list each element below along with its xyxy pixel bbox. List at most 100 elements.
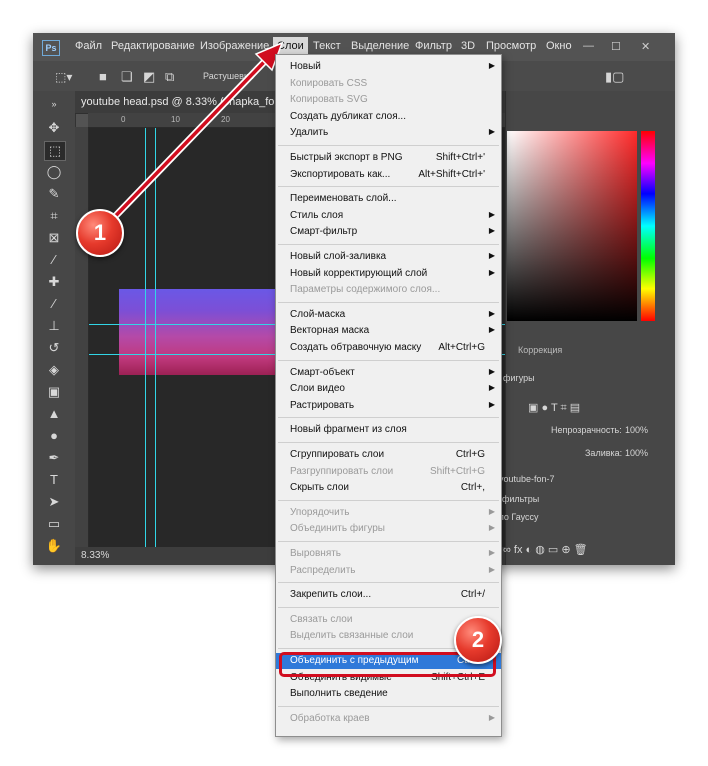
menu-item[interactable]: Новый корректирующий слой ▶ [276, 266, 501, 282]
ruler-tick: 0 [121, 115, 126, 124]
layers-panel-footer-icons[interactable]: ∞ fx ◐ ◍ ▭ ⊕ 🗑 [503, 543, 588, 556]
menu-window[interactable]: Окно [546, 40, 572, 52]
menu-item-shortcut: Alt+Ctrl+G [438, 342, 485, 353]
menu-item[interactable]: Векторная маска ▶ [276, 323, 501, 339]
document-tab[interactable]: youtube head.psd @ 8.33% (shapka_for_yo [81, 96, 296, 108]
minimize-icon[interactable]: — [583, 40, 594, 52]
submenu-arrow-icon: ▶ [488, 267, 495, 277]
submenu-arrow-icon: ▶ [488, 523, 495, 533]
color-picker[interactable] [507, 131, 637, 321]
menu-image[interactable]: Изображение [200, 40, 269, 52]
submenu-arrow-icon: ▶ [488, 226, 495, 236]
menu-layers[interactable]: Слои [273, 37, 308, 55]
menu-item: Упорядочить ▶ [276, 505, 501, 521]
menu-item[interactable]: Выполнить сведение [276, 686, 501, 702]
menu-item-shortcut: Shift+Ctrl+G [429, 465, 485, 477]
layer-filter-icons[interactable]: ▣ ● T ⌗ ▤ [528, 401, 580, 415]
menu-select[interactable]: Выделение [351, 40, 409, 52]
marquee-preset-icon[interactable]: ⬚▾ [55, 70, 72, 84]
menu-view[interactable]: Просмотр [486, 40, 536, 52]
intersect-selection-icon[interactable]: ⧉ [165, 69, 174, 85]
menu-item-label: Смарт-объект [290, 366, 355, 378]
frame-tool-icon[interactable]: ⊠ [44, 229, 64, 247]
brush-tool-icon[interactable]: ∕ [44, 295, 64, 313]
crop-tool-icon[interactable]: ⌗ [44, 207, 64, 225]
menu-item[interactable]: Смарт-фильтр ▶ [276, 224, 501, 240]
menu-item[interactable]: Закрепить слои... Ctrl+/ [276, 587, 501, 603]
clone-stamp-tool-icon[interactable]: ⊥ [44, 317, 64, 335]
view-toggle-icon[interactable]: ▮▢ [605, 69, 624, 85]
menu-item[interactable]: Создать дубликат слоя... [276, 109, 501, 125]
new-selection-icon[interactable]: ■ [99, 69, 107, 84]
menu-item[interactable]: Экспортировать как... Alt+Shift+Ctrl+' [276, 167, 501, 183]
menu-item[interactable]: Быстрый экспорт в PNG Shift+Ctrl+' [276, 150, 501, 166]
filters-label: -фильтры [499, 494, 540, 504]
layer-name[interactable]: youtube-fon-7 [499, 474, 555, 484]
feather-label: Растушевка [203, 71, 254, 81]
menu-item-label: Копировать SVG [290, 94, 368, 106]
blur-tool-icon[interactable]: ▲ [44, 405, 64, 423]
menu-3d[interactable]: 3D [461, 40, 475, 52]
opacity-value[interactable]: 100% [625, 425, 648, 435]
menu-item[interactable]: Новый слой-заливка ▶ [276, 249, 501, 265]
menu-edit[interactable]: Редактирование [111, 40, 195, 52]
maximize-icon[interactable]: ☐ [611, 40, 621, 53]
add-selection-icon[interactable]: ❏ [121, 69, 133, 85]
menu-item[interactable]: Скрыть слои Ctrl+, [276, 480, 501, 496]
menu-separator [278, 417, 499, 419]
photoshop-logo-icon: Ps [42, 40, 60, 56]
menu-item[interactable]: Сгруппировать слои Ctrl+G [276, 447, 501, 463]
rectangle-tool-icon[interactable]: ▭ [44, 515, 64, 533]
vertical-ruler [75, 127, 89, 547]
menu-item: Копировать SVG [276, 92, 501, 108]
menu-item[interactable]: Растрировать ▶ [276, 398, 501, 414]
dodge-tool-icon[interactable]: ● [44, 427, 64, 445]
quick-select-tool-icon[interactable]: ✎ [44, 185, 64, 203]
menu-item[interactable]: Смарт-объект ▶ [276, 365, 501, 381]
history-brush-tool-icon[interactable]: ↺ [44, 339, 64, 357]
menu-item[interactable]: Новый фрагмент из слоя [276, 422, 501, 438]
menu-item[interactable]: Стиль слоя ▶ [276, 208, 501, 224]
correction-tab[interactable]: Коррекция [518, 345, 562, 355]
menu-item-label: Новый слой-заливка [290, 251, 387, 262]
menu-item-label: Смарт-фильтр [290, 226, 358, 238]
menu-separator [278, 145, 499, 146]
healing-brush-tool-icon[interactable]: ✚ [44, 273, 64, 291]
menu-item-label: Удалить [290, 127, 329, 139]
menu-item-label: Векторная маска [290, 325, 370, 337]
marquee-tool-icon[interactable]: ⬚ [44, 141, 66, 161]
gradient-tool-icon[interactable]: ▣ [44, 383, 64, 401]
collapse-toolbar-icon[interactable]: » [44, 95, 64, 113]
menu-item[interactable]: Новый ▶ [276, 59, 501, 75]
menu-item-shortcut: Alt+Shift+Ctrl+' [418, 168, 485, 180]
menu-item[interactable]: Удалить ▶ [276, 125, 501, 141]
menu-file[interactable]: Файл [75, 40, 102, 52]
fill-value[interactable]: 100% [625, 448, 648, 458]
type-tool-icon[interactable]: T [44, 471, 64, 489]
menu-separator [278, 301, 499, 303]
eraser-tool-icon[interactable]: ◈ [44, 361, 64, 379]
menu-item[interactable]: Создать обтравочную маску Alt+Ctrl+G [276, 340, 501, 356]
eyedropper-tool-icon[interactable]: ⁄ [44, 251, 64, 269]
hand-tool-icon[interactable]: ✋ [44, 537, 64, 555]
submenu-arrow-icon: ▶ [488, 308, 495, 318]
menu-filter[interactable]: Фильтр [415, 40, 452, 52]
menu-item-shortcut: Ctrl+G [455, 449, 485, 460]
submenu-arrow-icon: ▶ [488, 399, 495, 409]
hue-slider[interactable] [641, 131, 655, 321]
menu-item[interactable]: Слои видео ▶ [276, 381, 501, 397]
menu-item[interactable]: Переименовать слой... [276, 191, 501, 207]
ruler-tick: 20 [221, 115, 230, 124]
gauss-label: по Гауссу [499, 512, 539, 522]
menu-item[interactable]: Слой-маска ▶ [276, 307, 501, 323]
close-icon[interactable]: ✕ [641, 40, 650, 53]
fill-label: Заливка: [585, 448, 623, 458]
path-select-tool-icon[interactable]: ➤ [44, 493, 64, 511]
lasso-tool-icon[interactable]: ◯ [44, 163, 64, 181]
submenu-arrow-icon: ▶ [488, 366, 495, 376]
move-tool-icon[interactable]: ✥ [44, 119, 64, 137]
pen-tool-icon[interactable]: ✒ [44, 449, 64, 467]
subtract-selection-icon[interactable]: ◩ [143, 69, 155, 85]
menu-type[interactable]: Текст [313, 40, 341, 52]
menu-separator [278, 186, 499, 188]
